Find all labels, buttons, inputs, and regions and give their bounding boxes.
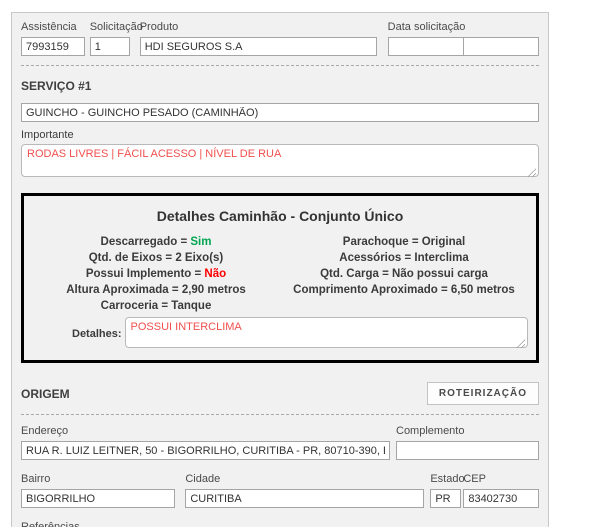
truck-detail-line: Carroceria = Tanque xyxy=(100,300,212,312)
separator-top xyxy=(21,65,539,66)
servico-tipo-input[interactable] xyxy=(21,103,539,122)
truck-detail-line: Comprimento Aproximado = 6,50 metros xyxy=(293,284,515,296)
cidade-label: Cidade xyxy=(185,473,221,485)
assistencia-input[interactable] xyxy=(21,37,85,56)
bairro-field-group: Bairro xyxy=(21,473,176,508)
truck-detail-line: Descarregado = Sim xyxy=(100,236,212,248)
truck-detail-line: Possui Implemento = Não xyxy=(85,268,227,280)
assistance-form-panel: Assistência Solicitação Produto Data sol… xyxy=(11,12,549,527)
truck-detail-line: Altura Aproximada = 2,90 metros xyxy=(66,284,246,296)
bairro-label: Bairro xyxy=(21,473,51,485)
endereco-label: Endereço xyxy=(21,425,69,437)
cep-input[interactable] xyxy=(463,489,539,508)
complemento-field-group: Complemento xyxy=(396,425,539,460)
endereco-input[interactable] xyxy=(21,441,390,460)
produto-field-group: Produto xyxy=(139,21,377,56)
detalhes-caminhao-columns: Descarregado = Sim Qtd. de Eixos = 2 Eixo… xyxy=(32,234,528,314)
importante-textarea-wrap: RODAS LIVRES | FÁCIL ACESSO | NÍVEL DE R… xyxy=(21,144,539,180)
cep-label: CEP xyxy=(463,473,486,485)
estado-field-group: Estado xyxy=(430,473,465,508)
bairro-input[interactable] xyxy=(21,489,176,508)
referencias-field-group: Referências xyxy=(21,521,539,527)
solicitacao-input[interactable] xyxy=(89,37,130,56)
truck-detail-line: Parachoque = Original xyxy=(342,236,466,248)
referencias-label: Referências xyxy=(21,521,80,527)
produto-input[interactable] xyxy=(139,37,377,56)
endereco-row: Endereço Complemento xyxy=(21,425,539,460)
importante-label: Importante xyxy=(21,129,74,141)
complemento-input[interactable] xyxy=(396,441,539,460)
data-solicitacao-time-input[interactable] xyxy=(462,37,539,56)
estado-label: Estado xyxy=(430,473,465,485)
roteirizacao-button[interactable]: ROTEIRIZAÇÃO xyxy=(426,382,539,405)
estado-input[interactable] xyxy=(430,489,462,508)
truck-detail-line: Qtd. de Eixos = 2 Eixo(s) xyxy=(88,252,224,264)
data-solicitacao-label: Data solicitação xyxy=(387,21,466,33)
servico-section-title: SERVIÇO #1 xyxy=(21,79,92,93)
assistencia-field-group: Assistência xyxy=(21,21,85,56)
truck-detail-line: Acessórios = Interclima xyxy=(339,252,469,264)
detalhes-textarea-wrap: POSSUI INTERCLIMA xyxy=(124,317,528,351)
complemento-label: Complemento xyxy=(396,425,465,437)
detalhes-label: Detalhes: xyxy=(72,328,122,340)
bairro-row: Bairro Cidade Estado CEP xyxy=(21,473,539,508)
cidade-field-group: Cidade xyxy=(185,473,425,508)
detalhes-caminhao-left-column: Descarregado = Sim Qtd. de Eixos = 2 Eixo… xyxy=(32,234,280,314)
origem-section-title: ORIGEM xyxy=(21,386,70,401)
data-solicitacao-field-group: Data solicitação xyxy=(387,21,539,56)
produto-label: Produto xyxy=(139,21,179,33)
identification-row: Assistência Solicitação Produto Data sol… xyxy=(21,21,539,56)
detalhes-caminhao-right-column: Parachoque = Original Acessórios = Interc… xyxy=(280,234,528,314)
solicitacao-label: Solicitação xyxy=(89,21,143,33)
endereco-field-group: Endereço xyxy=(21,425,390,460)
cep-field-group: CEP xyxy=(463,473,539,508)
data-solicitacao-date-input[interactable] xyxy=(387,37,464,56)
detalhes-caminhao-box: Detalhes Caminhão - Conjunto Único Desca… xyxy=(21,193,539,363)
cidade-input[interactable] xyxy=(185,489,425,508)
separator-origem xyxy=(21,414,539,415)
importante-textarea[interactable]: RODAS LIVRES | FÁCIL ACESSO | NÍVEL DE R… xyxy=(21,144,539,177)
solicitacao-field-group: Solicitação xyxy=(89,21,143,56)
detalhes-caminhao-title: Detalhes Caminhão - Conjunto Único xyxy=(156,208,404,224)
detalhes-row: Detalhes: POSSUI INTERCLIMA xyxy=(32,317,528,351)
assistencia-label: Assistência xyxy=(21,21,77,33)
truck-detail-line: Qtd. Carga = Não possui carga xyxy=(320,268,488,280)
origem-header-row: ORIGEM ROTEIRIZAÇÃO xyxy=(21,382,539,405)
detalhes-textarea[interactable]: POSSUI INTERCLIMA xyxy=(124,317,528,348)
data-solicitacao-pair xyxy=(387,37,539,56)
